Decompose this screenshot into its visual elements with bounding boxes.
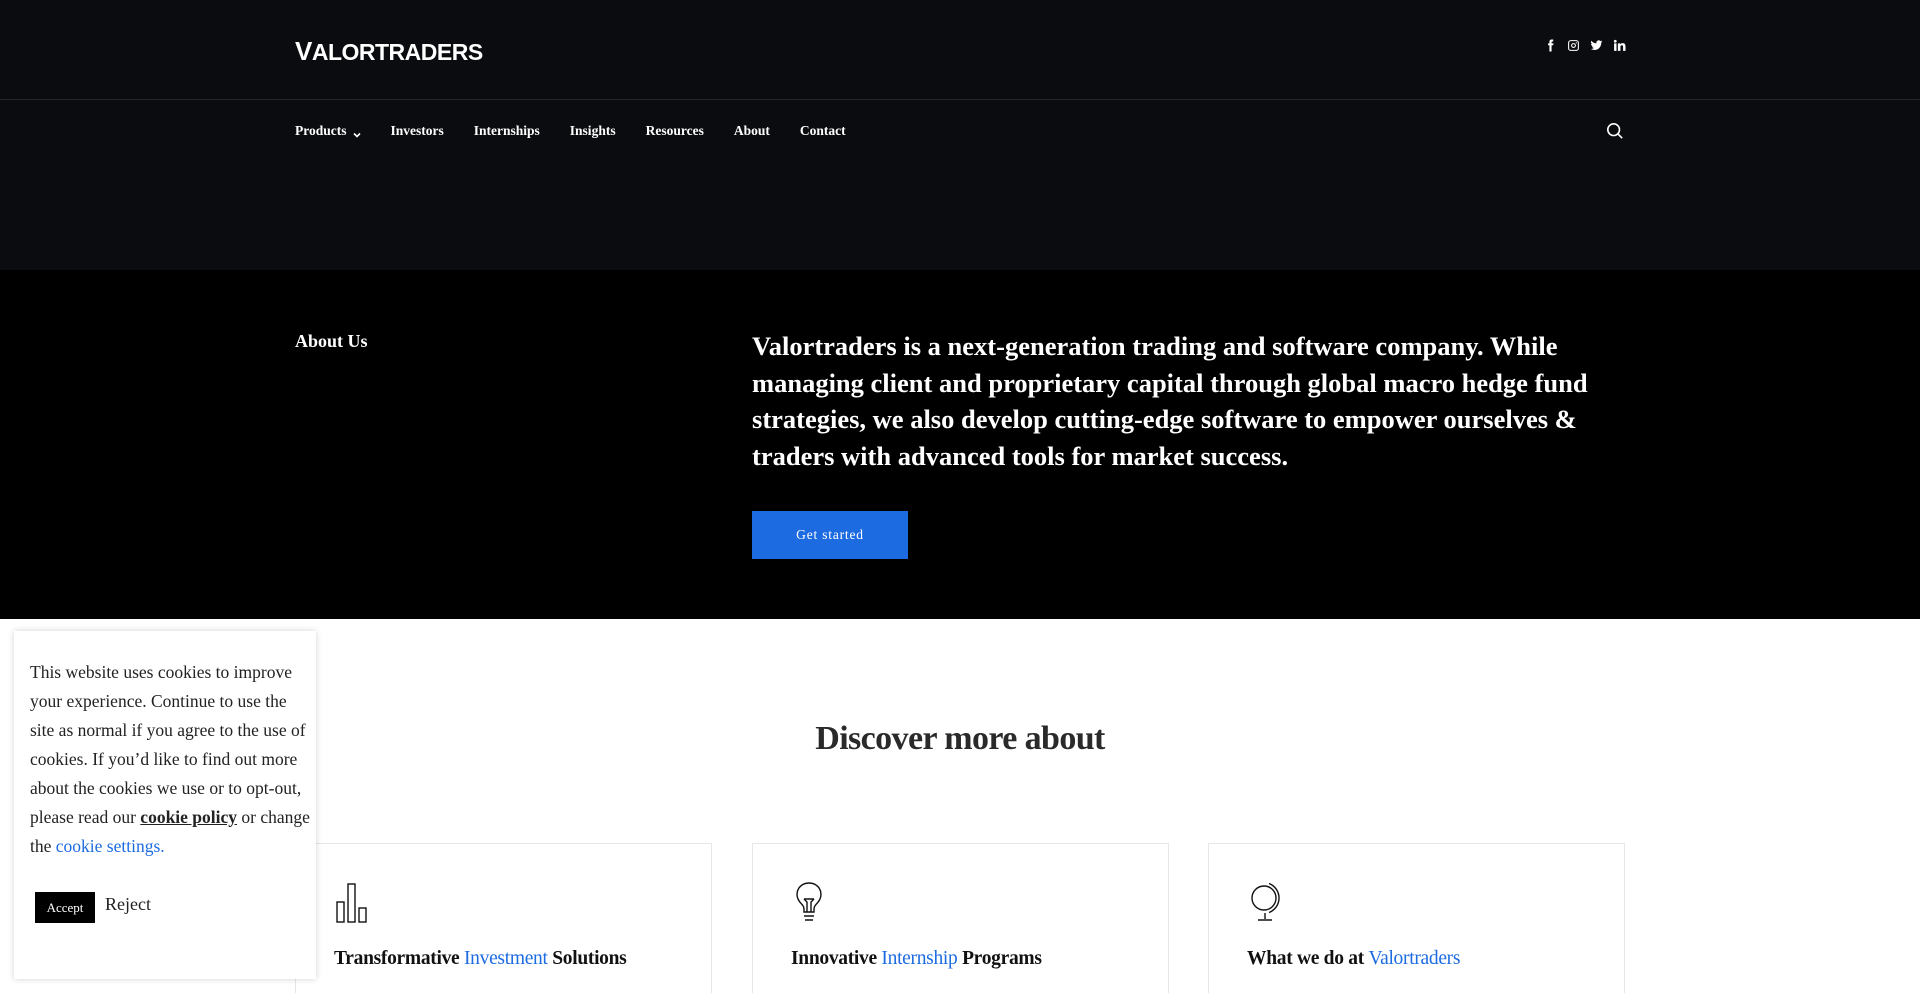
card-title-post: Programs (957, 948, 1042, 969)
nav-item-label: Internships (473, 123, 540, 138)
nav-item-investors[interactable]: Investors (391, 123, 444, 139)
social-links (1544, 38, 1626, 52)
main-navigation: Products Investors Internships Insights … (0, 100, 1920, 270)
nav-item-internships[interactable]: Internships (474, 123, 540, 139)
card-title-pre: What we do at (1247, 948, 1369, 969)
site-header: VALORTRADERS (0, 0, 1920, 100)
facebook-icon[interactable] (1544, 38, 1557, 52)
about-section: About Us Valortraders is a next-generati… (0, 270, 1920, 619)
cookie-message: This website uses cookies to improve you… (30, 658, 310, 861)
chevron-down-icon (352, 127, 361, 138)
accept-cookies-button[interactable]: Accept (35, 892, 95, 923)
about-description: Valortraders is a next-generation tradin… (752, 331, 1588, 471)
twitter-icon[interactable] (1590, 38, 1603, 52)
nav-item-label: Insights (569, 123, 616, 138)
card-title: Transformative Investment Solutions (334, 948, 627, 970)
card-title: Innovative Internship Programs (791, 948, 1042, 970)
brand-logo[interactable]: VALORTRADERS (295, 36, 483, 67)
cookie-policy-link[interactable]: cookie policy (140, 807, 237, 827)
nav-item-resources[interactable]: Resources (646, 123, 704, 139)
card-investment[interactable]: Transformative Investment Solutions (295, 843, 712, 993)
bar-chart-icon (334, 880, 370, 924)
logo-text: ALORTRADERS (311, 39, 483, 65)
about-heading: About Us (295, 331, 368, 351)
nav-item-label: Products (295, 123, 347, 138)
nav-item-label: Contact (799, 123, 846, 138)
nav-item-about[interactable]: About (734, 123, 770, 139)
nav-item-insights[interactable]: Insights (570, 123, 616, 139)
reject-cookies-button[interactable]: Reject (105, 894, 151, 915)
nav-item-products[interactable]: Products (295, 123, 361, 139)
nav-item-label: Resources (645, 123, 704, 138)
get-started-button[interactable]: Get started (752, 511, 908, 559)
card-title-highlight: Valortraders (1368, 948, 1461, 969)
card-internship[interactable]: Innovative Internship Programs (752, 843, 1169, 993)
card-title-highlight: Investment (463, 948, 548, 969)
globe-icon (1247, 880, 1283, 924)
nav-menu: Products Investors Internships Insights … (295, 123, 876, 139)
nav-item-contact[interactable]: Contact (800, 123, 846, 139)
cookie-settings-link[interactable]: cookie settings. (56, 836, 165, 856)
cookie-message-text: This website uses cookies to improve you… (30, 662, 306, 827)
logo-lead-letter: V (295, 36, 312, 66)
card-title-pre: Innovative (791, 948, 882, 969)
cookie-banner: This website uses cookies to improve you… (14, 631, 316, 979)
nav-item-label: Investors (390, 123, 444, 138)
instagram-icon[interactable] (1567, 38, 1580, 52)
lightbulb-icon (791, 880, 827, 924)
card-title: What we do at Valortraders (1247, 948, 1460, 970)
card-title-highlight: Internship (881, 948, 958, 969)
card-what-we-do[interactable]: What we do at Valortraders (1208, 843, 1625, 993)
card-title-post: Solutions (547, 948, 627, 969)
search-icon[interactable] (1606, 122, 1624, 140)
linkedin-icon[interactable] (1613, 38, 1626, 52)
nav-item-label: About (733, 123, 770, 138)
card-title-pre: Transformative (334, 948, 464, 969)
